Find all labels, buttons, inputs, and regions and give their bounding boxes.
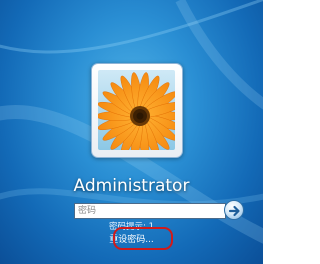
password-field[interactable] — [74, 203, 226, 219]
reset-password-link[interactable]: 重设密码... — [0, 232, 263, 245]
password-hint: 密码提示: 1 — [109, 222, 154, 232]
login-screen: Administrator 密码提示: 1 重设密码... — [0, 0, 263, 264]
avatar[interactable] — [98, 70, 175, 150]
username-label: Administrator — [73, 176, 190, 196]
arrow-right-icon — [228, 205, 240, 217]
submit-button[interactable] — [224, 200, 244, 220]
flower-avatar-image — [98, 70, 175, 150]
